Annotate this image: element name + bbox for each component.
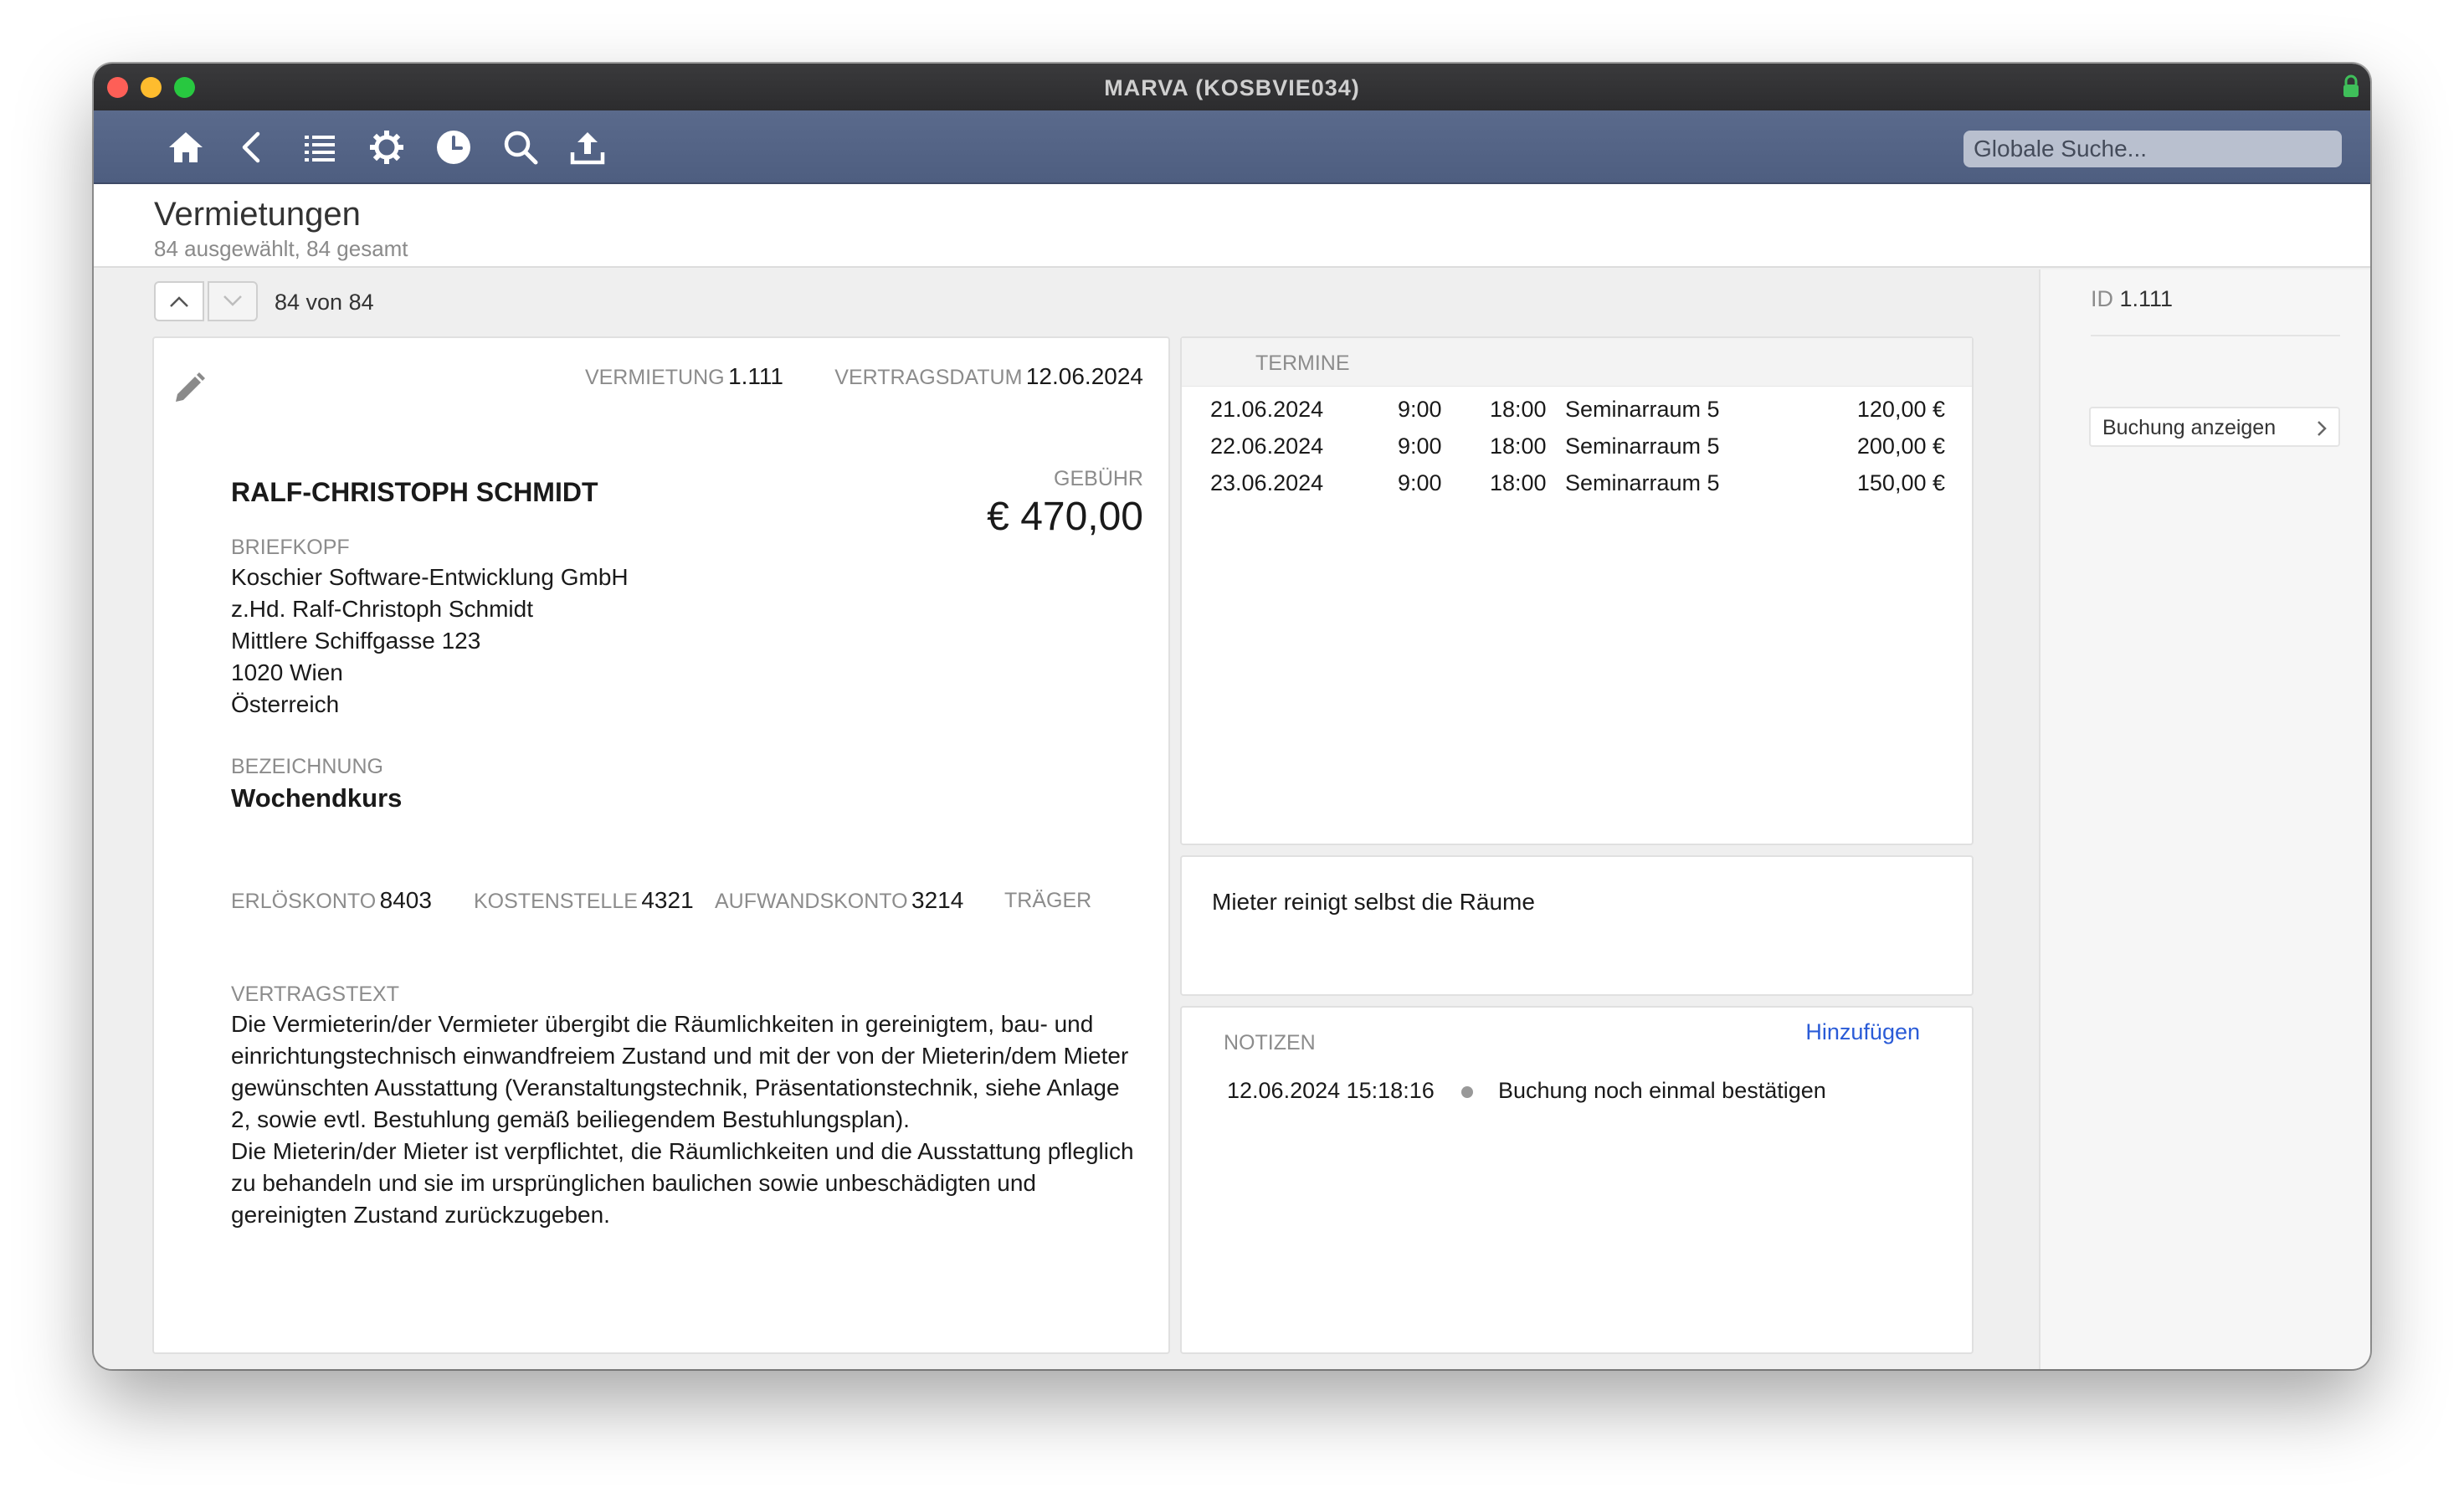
home-icon[interactable] (166, 127, 206, 167)
termin-price: 200,00 € (1856, 434, 1945, 459)
window-title: MARVA (KOSBVIE034) (1104, 75, 1360, 100)
page-header: Vermietungen 84 ausgewählt, 84 gesamt (94, 184, 2370, 268)
note-timestamp: 12.06.2024 15:18:16 (1227, 1078, 1435, 1103)
page-title: Vermietungen (154, 196, 361, 233)
gear-icon[interactable] (367, 127, 407, 167)
termin-start: 9:00 (1398, 470, 1442, 495)
show-booking-button[interactable]: Buchung anzeigen (2089, 407, 2340, 447)
bezeichnung-value: Wochendkurs (231, 783, 403, 813)
aufwandskonto-value: 3214 (911, 887, 964, 913)
briefkopf-line: Mittlere Schiffgasse 123 (231, 628, 481, 654)
termine-card: TERMINE 21.06.2024 9:00 18:00 Seminarrau… (1180, 336, 1974, 845)
briefkopf-line: 1020 Wien (231, 659, 343, 685)
aufwandskonto-field: AUFWANDSKONTO 3214 (715, 887, 963, 914)
id-value: 1.111 (2119, 286, 2174, 311)
termin-end: 18:00 (1490, 470, 1547, 495)
briefkopf-line: Koschier Software-Entwicklung GmbH (231, 564, 629, 590)
kostenstelle-label: KOSTENSTELLE (474, 890, 638, 913)
vertragstext-line: einrichtungstechnisch einwandfreiem Zust… (231, 1043, 1129, 1069)
briefkopf-label: BRIEFKOPF (231, 536, 350, 559)
vermietung-label: VERMIETUNG (584, 366, 725, 389)
record-counter: 84 von 84 (275, 290, 374, 315)
vertragstext-line: zu behandeln und sie im ursprünglichen b… (231, 1170, 1037, 1196)
table-row[interactable]: 23.06.2024 9:00 18:00 Seminarraum 5 150,… (1182, 464, 1972, 500)
chevron-up-icon (170, 296, 188, 307)
hint-card: Mieter reinigt selbst die Räume (1180, 855, 1974, 996)
termin-room: Seminarraum 5 (1565, 397, 1720, 422)
chevron-right-icon (2318, 421, 2327, 436)
vertragstext-line: Die Vermieterin/der Vermieter übergibt d… (231, 1011, 1094, 1037)
global-search-input[interactable] (1964, 131, 2342, 167)
title-bar: MARVA (KOSBVIE034) (94, 64, 2370, 110)
bullet-icon (1461, 1086, 1473, 1098)
gebuehr-value: € 470,00 (987, 495, 1143, 539)
hint-text: Mieter reinigt selbst die Räume (1212, 889, 1535, 915)
lock-icon (2343, 74, 2359, 97)
table-row[interactable]: 22.06.2024 9:00 18:00 Seminarraum 5 200,… (1182, 427, 1972, 464)
termin-start: 9:00 (1398, 397, 1442, 422)
termin-date: 22.06.2024 (1210, 434, 1324, 459)
app-window: MARVA (KOSBVIE034) Globale Suche... Verm… (94, 64, 2370, 1369)
add-note-link[interactable]: Hinzufügen (1805, 1019, 1920, 1045)
id-label: ID (2091, 286, 2113, 311)
vermietung-value: 1.111 (728, 363, 783, 389)
list-icon[interactable] (300, 127, 340, 167)
main-content: 84 von 84 VERMIETUNG 1.111 VERTRAGSDATUM… (94, 269, 2039, 1369)
traeger-label: TRÄGER (1004, 889, 1092, 912)
search-icon[interactable] (501, 127, 541, 167)
previous-record-button[interactable] (154, 281, 204, 321)
erloeskonto-label: ERLÖSKONTO (231, 890, 377, 913)
detail-sidebar: ID 1.111 Buchung anzeigen (2039, 269, 2370, 1369)
briefkopf-line: Österreich (231, 691, 340, 717)
termin-price: 150,00 € (1856, 470, 1945, 495)
notizen-label: NOTIZEN (1224, 1031, 1316, 1054)
termin-start: 9:00 (1398, 434, 1442, 459)
vertragsdatum-field: VERTRAGSDATUM 12.06.2024 (834, 363, 1143, 390)
termin-date: 21.06.2024 (1210, 397, 1324, 422)
upload-icon[interactable] (567, 127, 608, 167)
gebuehr-label: GEBÜHR (1054, 467, 1143, 490)
vertragstext-line: gewünschten Ausstattung (Veranstaltungst… (231, 1075, 1120, 1101)
vermietung-field: VERMIETUNG 1.111 (585, 363, 783, 390)
termin-room: Seminarraum 5 (1565, 470, 1720, 495)
vertragstext-line: 2, sowie evtl. Bestuhlung gemäß beiliege… (231, 1106, 910, 1132)
termin-end: 18:00 (1490, 397, 1547, 422)
back-icon[interactable] (233, 127, 273, 167)
kostenstelle-field: KOSTENSTELLE 4321 (474, 887, 694, 914)
vertragstext-line: gereinigten Zustand zurückzugeben. (231, 1202, 610, 1228)
termin-date: 23.06.2024 (1210, 470, 1324, 495)
aufwandskonto-label: AUFWANDSKONTO (715, 890, 908, 913)
record-id: ID 1.111 (2091, 286, 2173, 312)
erloeskonto-field: ERLÖSKONTO 8403 (231, 887, 432, 914)
show-booking-label: Buchung anzeigen (2102, 416, 2277, 439)
chevron-down-icon (223, 295, 242, 306)
termine-header: TERMINE (1182, 338, 1972, 387)
vertragsdatum-value: 12.06.2024 (1025, 363, 1143, 389)
vertragstext-label: VERTRAGSTEXT (231, 983, 399, 1006)
notizen-card: NOTIZEN Hinzufügen 12.06.2024 15:18:16 B… (1180, 1006, 1974, 1354)
kostenstelle-value: 4321 (641, 887, 694, 913)
divider (2091, 335, 2340, 336)
record-card: VERMIETUNG 1.111 VERTRAGSDATUM 12.06.202… (152, 336, 1170, 1354)
table-row[interactable]: 21.06.2024 9:00 18:00 Seminarraum 5 120,… (1182, 390, 1972, 427)
termin-end: 18:00 (1490, 434, 1547, 459)
toolbar (94, 110, 2370, 184)
termin-price: 120,00 € (1856, 397, 1945, 422)
briefkopf-line: z.Hd. Ralf-Christoph Schmidt (231, 596, 534, 622)
next-record-button[interactable] (208, 281, 258, 321)
termin-room: Seminarraum 5 (1565, 434, 1720, 459)
note-text: Buchung noch einmal bestätigen (1498, 1078, 1826, 1103)
list-item[interactable]: 12.06.2024 15:18:16 Buchung noch einmal … (1182, 1071, 1972, 1108)
erloeskonto-value: 8403 (379, 887, 432, 913)
pencil-icon[interactable] (169, 368, 209, 408)
bezeichnung-label: BEZEICHNUNG (231, 755, 383, 778)
vertragsdatum-label: VERTRAGSDATUM (834, 366, 1023, 389)
selection-summary: 84 ausgewählt, 84 gesamt (154, 236, 408, 261)
customer-name: RALF-CHRISTOPH SCHMIDT (231, 477, 598, 507)
termine-label: TERMINE (1255, 351, 1350, 375)
clock-icon[interactable] (434, 127, 474, 167)
vertragstext-line: Die Mieterin/der Mieter ist verpflichtet… (231, 1138, 1134, 1164)
